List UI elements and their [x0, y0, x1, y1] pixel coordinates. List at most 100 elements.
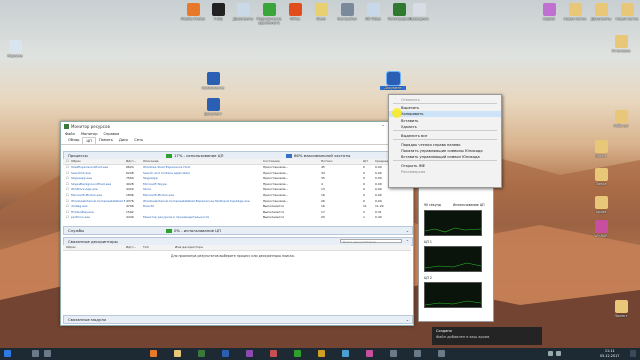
network-icon[interactable] [548, 351, 553, 356]
desktop-word-doc-2[interactable]: Документ [200, 98, 226, 116]
row-checkbox[interactable]: ☐ [66, 176, 69, 181]
app-taskbar-icon[interactable] [438, 350, 445, 357]
explorer-taskbar-icon[interactable] [174, 350, 181, 357]
window-titlebar[interactable]: Монитор ресурсов – □ × [61, 122, 413, 131]
desktop-icon[interactable]: Кино [308, 3, 334, 21]
context-menu-item[interactable]: Копировать [389, 111, 501, 117]
desktop-word-doc-1[interactable]: приложение [200, 72, 226, 90]
table-row[interactable]: ☐ dxdiag.exe 4796 DirectX Выполняется 16 11 11.… [63, 204, 411, 209]
expand-chevron-icon[interactable]: ⌄ [406, 317, 409, 322]
row-checkbox[interactable]: ☐ [66, 182, 69, 187]
app-taskbar-icon[interactable] [318, 350, 325, 357]
col-threads[interactable]: Потоки [321, 159, 361, 164]
desktop-icon-right[interactable]: Установка [608, 35, 634, 53]
app-taskbar-icon[interactable] [366, 350, 373, 357]
collapse-chevron-icon[interactable]: ⌃ [406, 239, 409, 244]
tab-memory[interactable]: Память [96, 137, 116, 144]
desktop-icon[interactable]: Настройки [334, 3, 360, 21]
table-row[interactable]: ☐ Microsoft.Photos.exe 1896 Microsoft.Photo… [63, 193, 411, 198]
menu-monitor[interactable]: Монитор [81, 132, 98, 136]
clock-date: 05.12.2017 [600, 353, 620, 358]
row-checkbox[interactable]: ☐ [66, 210, 69, 215]
table-row[interactable]: ☐ SearchUI.exe 6208 Search and Cortana appl… [63, 171, 411, 176]
desktop-icon[interactable]: Проводник [406, 3, 432, 21]
menu-file[interactable]: Файл [65, 132, 75, 136]
col-pid[interactable]: ИД п... [126, 159, 142, 164]
start-button-icon[interactable] [4, 350, 11, 357]
col-handle-name[interactable]: Имя дескриптора [175, 245, 203, 250]
desktop-icon[interactable]: Документы [230, 3, 256, 21]
app-taskbar-icon[interactable] [414, 350, 421, 357]
resource-monitor-window[interactable]: Монитор ресурсов – □ × Файл Монитор Спра… [60, 121, 414, 326]
col-cpu[interactable]: ЦП [363, 159, 373, 164]
table-cell: Skypeapp [143, 176, 158, 181]
app-taskbar-icon[interactable] [390, 350, 397, 357]
row-checkbox[interactable]: ☐ [66, 204, 69, 209]
col-pid[interactable]: ИД п... [126, 245, 136, 250]
checkbox-header[interactable]: ☐ [66, 159, 69, 164]
row-checkbox[interactable]: ☐ [66, 193, 69, 198]
resource-monitor-taskbar-icon[interactable] [198, 350, 205, 357]
app-taskbar-icon[interactable] [270, 350, 277, 357]
desktop-icon[interactable]: Подключение удалённого [256, 3, 282, 25]
desktop-icon-right[interactable]: Рабочая [608, 110, 634, 128]
word-taskbar-icon[interactable] [222, 350, 229, 357]
col-status[interactable]: Состояние [263, 159, 319, 164]
search-icon[interactable] [32, 350, 39, 357]
col-description[interactable]: Описание [143, 159, 261, 164]
desktop-icon[interactable]: HD Video [360, 3, 386, 21]
table-row[interactable]: ☐ ShellExperienceHost.exe 6624 Windows Shel… [63, 165, 411, 170]
row-checkbox[interactable]: ☐ [66, 215, 69, 220]
handles-search-input[interactable]: Поиск дескрипторов [340, 239, 402, 244]
desktop-icon[interactable]: Mozilla Firefox [180, 3, 206, 21]
modules-section-header[interactable]: Связанные модули ⌄ [63, 315, 413, 324]
desktop-word-doc-selected[interactable]: Документ [380, 71, 406, 90]
table-row[interactable]: ☐ HiddenPlay.exe 1592 Выполняется 17 2 0.31 [63, 210, 411, 215]
tab-cpu[interactable]: ЦП [82, 137, 96, 144]
volume-icon[interactable] [556, 351, 561, 356]
tab-disk[interactable]: Диск [116, 137, 131, 144]
desktop-icon[interactable]: 7-Zip [205, 3, 231, 21]
desktop-icon[interactable]: Новая папка [562, 3, 588, 21]
row-checkbox[interactable]: ☐ [66, 165, 69, 170]
desktop-icon[interactable]: Документы [588, 3, 614, 21]
context-menu[interactable]: Отменить Вырезать Копировать Вставить Удалит… [388, 94, 502, 188]
app-taskbar-icon[interactable] [342, 350, 349, 357]
notification-center-icon[interactable] [630, 350, 636, 357]
desktop-icon-right[interactable]: Проект [608, 300, 634, 318]
table-row[interactable]: ☐WindowsInternal.ComposableShell.Experie… [63, 199, 411, 204]
col-image[interactable]: Образ [71, 159, 125, 164]
services-section-header[interactable]: Службы 0% - использование ЦП ⌄ [63, 226, 413, 235]
task-view-icon[interactable] [44, 350, 51, 357]
row-checkbox[interactable]: ☐ [66, 199, 69, 204]
tab-overview[interactable]: Обзор [65, 137, 82, 144]
app-taskbar-icon[interactable] [294, 350, 301, 357]
context-menu-item[interactable]: Вставить управляющий символ Юникода [389, 154, 501, 160]
desktop-icon-right[interactable]: Папка [588, 168, 614, 186]
clock[interactable]: 11:11 05.12.2017 [600, 349, 619, 358]
table-row[interactable]: ☐ WinStore.App.exe 4420 Store Приостановле..… [63, 187, 411, 192]
row-checkbox[interactable]: ☐ [66, 187, 69, 192]
table-cell: 0 [363, 165, 365, 169]
table-row[interactable]: ☐ Skypeapp.exe 7564 Skypeapp Приостановле...… [63, 176, 411, 181]
desktop-icon-right[interactable]: Архив [588, 196, 614, 214]
tab-network[interactable]: Сеть [131, 137, 146, 144]
desktop-icon-right[interactable]: Ярлык [588, 140, 614, 158]
context-menu-item[interactable]: Удалить [389, 124, 501, 130]
desktop-icon[interactable]: Новая папка [614, 3, 640, 21]
expand-chevron-icon[interactable]: ⌄ [406, 228, 409, 233]
col-type[interactable]: Тип [143, 245, 149, 250]
notification-toast[interactable]: Создано Файл добавлен в ваш архив [432, 327, 542, 345]
desktop-icon[interactable]: Office [282, 3, 308, 21]
app-taskbar-icon[interactable] [246, 350, 253, 357]
desktop-icon-right[interactable]: WinRAR [588, 220, 614, 238]
table-row[interactable]: ☐ perfmon.exe 4440 Монитор ресурсов и произ… [63, 215, 411, 220]
desktop-icon[interactable]: Copilot [536, 3, 562, 21]
table-row[interactable]: ☐ SkypeBackgroundHost.exe 4028 Microsoft Sk… [63, 182, 411, 187]
desktop-icon-left[interactable]: Корзина [2, 40, 28, 58]
row-checkbox[interactable]: ☐ [66, 171, 69, 176]
col-image[interactable]: Образ [66, 245, 76, 250]
context-menu-item[interactable]: Выделить все [389, 133, 501, 139]
firefox-taskbar-icon[interactable] [150, 350, 157, 357]
menu-help[interactable]: Справка [104, 132, 120, 136]
